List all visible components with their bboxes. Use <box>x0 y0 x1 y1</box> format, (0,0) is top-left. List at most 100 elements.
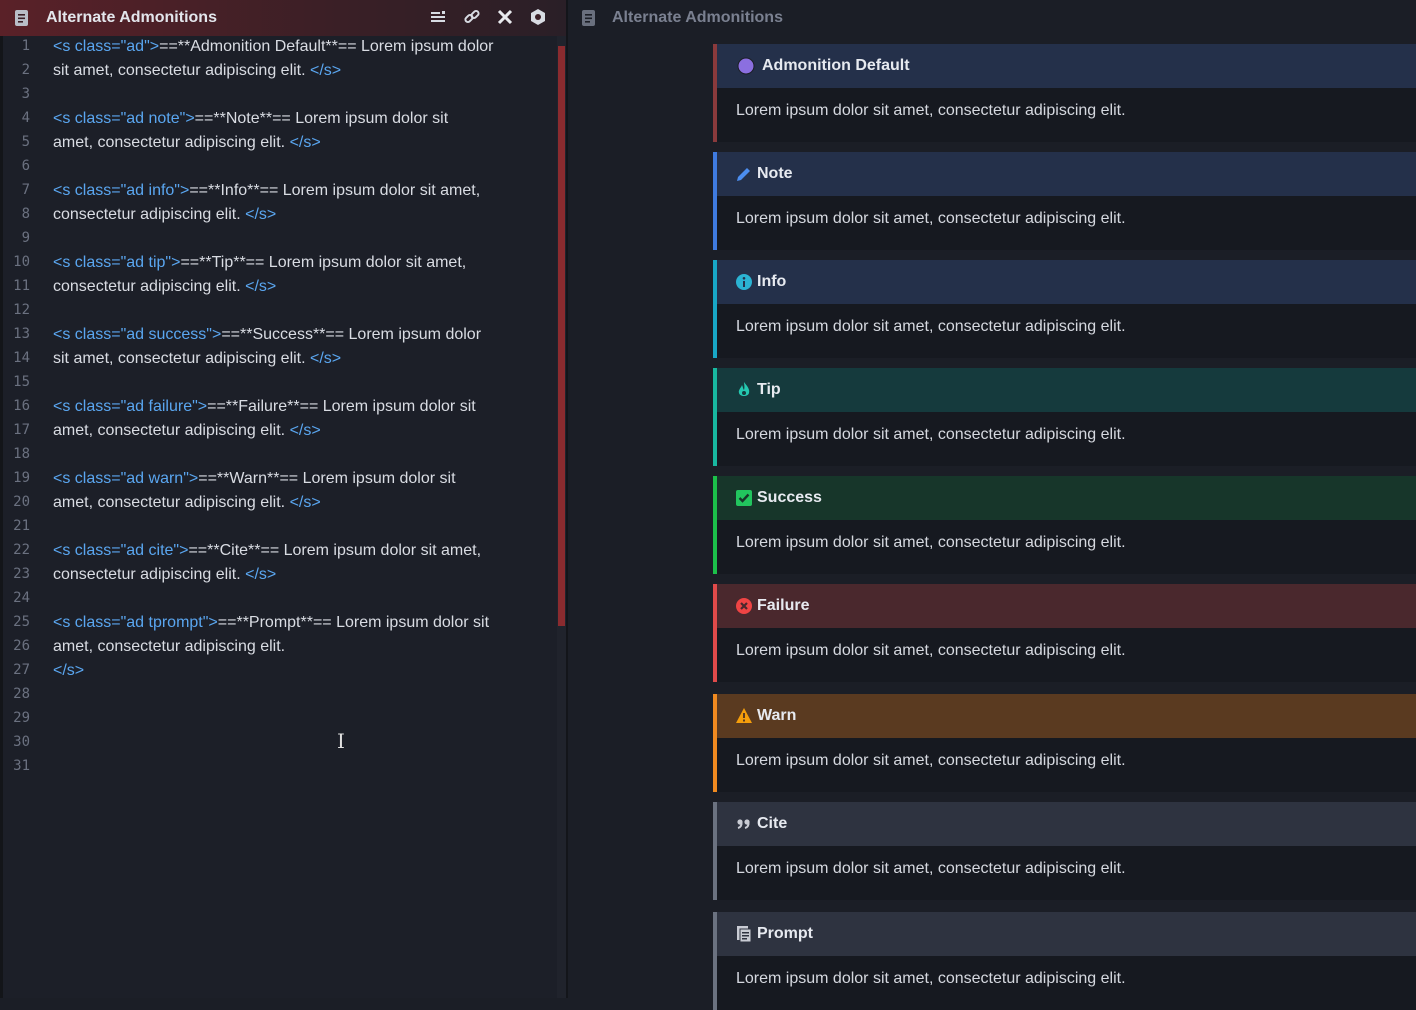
line-number: 23 <box>13 566 30 582</box>
admonition-header: Prompt <box>717 912 1416 956</box>
code-line[interactable]: <s class="ad tprompt">==**Prompt**== Lor… <box>53 611 543 635</box>
code-open-tag: <s class="ad note"> <box>53 110 195 127</box>
line-number: 13 <box>13 326 30 342</box>
line-number: 18 <box>13 446 30 462</box>
line-number: 17 <box>13 422 30 438</box>
code-line-continued[interactable]: amet, consectetur adipiscing elit. </s> <box>53 491 543 515</box>
line-number: 19 <box>13 470 30 486</box>
list-icon[interactable] <box>428 8 448 28</box>
code-line-continued[interactable]: consectetur adipiscing elit. </s> <box>53 275 543 299</box>
line-number: 22 <box>13 542 30 558</box>
admonition-body: Lorem ipsum dolor sit amet, consectetur … <box>736 970 1126 987</box>
code-close-tag: </s> <box>289 494 321 511</box>
line-number: 6 <box>21 158 30 174</box>
code-line[interactable]: </s> <box>53 659 543 683</box>
pencil-icon <box>735 165 753 183</box>
code-close-tag: </s> <box>289 422 321 439</box>
line-number: 21 <box>13 518 30 534</box>
code-line[interactable]: <s class="ad note">==**Note**== Lorem ip… <box>53 107 543 131</box>
code-text: consectetur adipiscing elit. <box>53 278 246 295</box>
code-text: amet, consectetur adipiscing elit. <box>53 638 286 655</box>
code-line-continued[interactable]: consectetur adipiscing elit. </s> <box>53 203 543 227</box>
admonition-tip: Tip Lorem ipsum dolor sit amet, consectet… <box>713 368 1416 466</box>
code-line-continued[interactable]: amet, consectetur adipiscing elit. <box>53 635 543 659</box>
line-number: 24 <box>13 590 30 606</box>
code-line[interactable]: <s class="ad cite">==**Cite**== Lorem ip… <box>53 539 543 563</box>
text-cursor-icon: I <box>337 729 345 753</box>
admonition-body: Lorem ipsum dolor sit amet, consectetur … <box>736 534 1126 551</box>
admonition-header: Note <box>717 152 1416 196</box>
code-text: sit amet, consectetur adipiscing elit. <box>53 62 311 79</box>
code-line[interactable]: <s class="ad">==**Admonition Default**==… <box>53 35 543 59</box>
close-icon[interactable] <box>495 8 515 28</box>
code-text: ==**Note**== Lorem ipsum dolor sit <box>194 110 449 127</box>
code-open-tag: <s class="ad tip"> <box>53 254 181 271</box>
line-number: 5 <box>21 134 30 150</box>
line-number: 16 <box>13 398 30 414</box>
scrollbar-thumb[interactable] <box>558 46 565 626</box>
link-icon[interactable] <box>462 8 482 28</box>
admonition-title: Success <box>757 489 822 506</box>
code-open-tag: <s class="ad tprompt"> <box>53 614 218 631</box>
code-open-tag: <s class="ad cite"> <box>53 542 189 559</box>
editor-header: Alternate Admonitions <box>0 0 566 36</box>
code-text: consectetur adipiscing elit. <box>53 206 246 223</box>
admonition-body: Lorem ipsum dolor sit amet, consectetur … <box>736 860 1126 877</box>
code-line[interactable]: <s class="ad tip">==**Tip**== Lorem ipsu… <box>53 251 543 275</box>
document-icon <box>15 10 28 26</box>
line-number: 7 <box>21 182 30 198</box>
line-number: 1 <box>21 38 30 54</box>
admonition-header: Warn <box>717 694 1416 738</box>
flame-icon <box>735 381 753 399</box>
editor-pane[interactable]: Alternate Admonitions 1 2 3 4 5 6 7 8 9 10 11 12 13 1… <box>0 0 566 998</box>
code-text: ==**Cite**== Lorem ipsum dolor sit amet, <box>188 542 482 559</box>
document-icon <box>582 10 595 26</box>
code-line[interactable]: <s class="ad warn">==**Warn**== Lorem ip… <box>53 467 543 491</box>
admonition-header: Tip <box>717 368 1416 412</box>
code-line[interactable]: <s class="ad success">==**Success**== Lo… <box>53 323 543 347</box>
line-number: 28 <box>13 686 30 702</box>
document-icon <box>735 925 753 943</box>
line-number: 14 <box>13 350 30 366</box>
code-line[interactable]: <s class="ad info">==**Info**== Lorem ip… <box>53 179 543 203</box>
admonition-title: Info <box>757 273 787 290</box>
admonition-header: Cite <box>717 802 1416 846</box>
line-number: 9 <box>21 230 30 246</box>
code-text: amet, consectetur adipiscing elit. <box>53 494 290 511</box>
warning-icon <box>735 707 753 725</box>
code-line-continued[interactable]: sit amet, consectetur adipiscing elit. <… <box>53 59 543 83</box>
code-close-tag: </s> <box>53 662 85 679</box>
code-text: consectetur adipiscing elit. <box>53 566 246 583</box>
code-text: ==**Warn**== Lorem ipsum dolor sit <box>198 470 456 487</box>
line-number: 31 <box>13 758 30 774</box>
code-line-continued[interactable]: amet, consectetur adipiscing elit. </s> <box>53 419 543 443</box>
line-number: 10 <box>13 254 30 270</box>
admonition-success: Success Lorem ipsum dolor sit amet, conse… <box>713 476 1416 574</box>
code-close-tag: </s> <box>245 206 277 223</box>
code-text: sit amet, consectetur adipiscing elit. <box>53 350 311 367</box>
code-line[interactable]: <s class="ad failure">==**Failure**== Lo… <box>53 395 543 419</box>
admonition-header: Failure <box>717 584 1416 628</box>
admonition-header: Info <box>717 260 1416 304</box>
line-number: 30 <box>13 734 30 750</box>
admonition-title: Admonition Default <box>762 57 910 74</box>
admonition-prompt: Prompt Lorem ipsum dolor sit amet, consec… <box>713 912 1416 1010</box>
admonition-body: Lorem ipsum dolor sit amet, consectetur … <box>736 102 1126 119</box>
code-open-tag: <s class="ad failure"> <box>53 398 208 415</box>
code-close-tag: </s> <box>245 278 277 295</box>
check-square-icon <box>735 489 753 507</box>
code-line-continued[interactable]: sit amet, consectetur adipiscing elit. <… <box>53 347 543 371</box>
admonition-body: Lorem ipsum dolor sit amet, consectetur … <box>736 752 1126 769</box>
admonition-admonition-default: Admonition Default Lorem ipsum dolor sit … <box>713 44 1416 142</box>
info-icon <box>735 273 753 291</box>
admonition-warn: Warn Lorem ipsum dolor sit amet, consecte… <box>713 694 1416 792</box>
code-line-continued[interactable]: amet, consectetur adipiscing elit. </s> <box>53 131 543 155</box>
line-number-gutter: 1 2 3 4 5 6 7 8 9 10 11 12 13 14 15 16 17 18 19 20 21 22 23 24 2… <box>0 36 44 998</box>
admonition-body: Lorem ipsum dolor sit amet, consectetur … <box>736 426 1126 443</box>
admonition-cite: Cite Lorem ipsum dolor sit amet, consecte… <box>713 802 1416 900</box>
code-line-continued[interactable]: consectetur adipiscing elit. </s> <box>53 563 543 587</box>
quote-icon <box>735 815 753 833</box>
circle-icon <box>737 57 755 75</box>
settings-hex-icon[interactable] <box>528 8 548 28</box>
line-number: 12 <box>13 302 30 318</box>
